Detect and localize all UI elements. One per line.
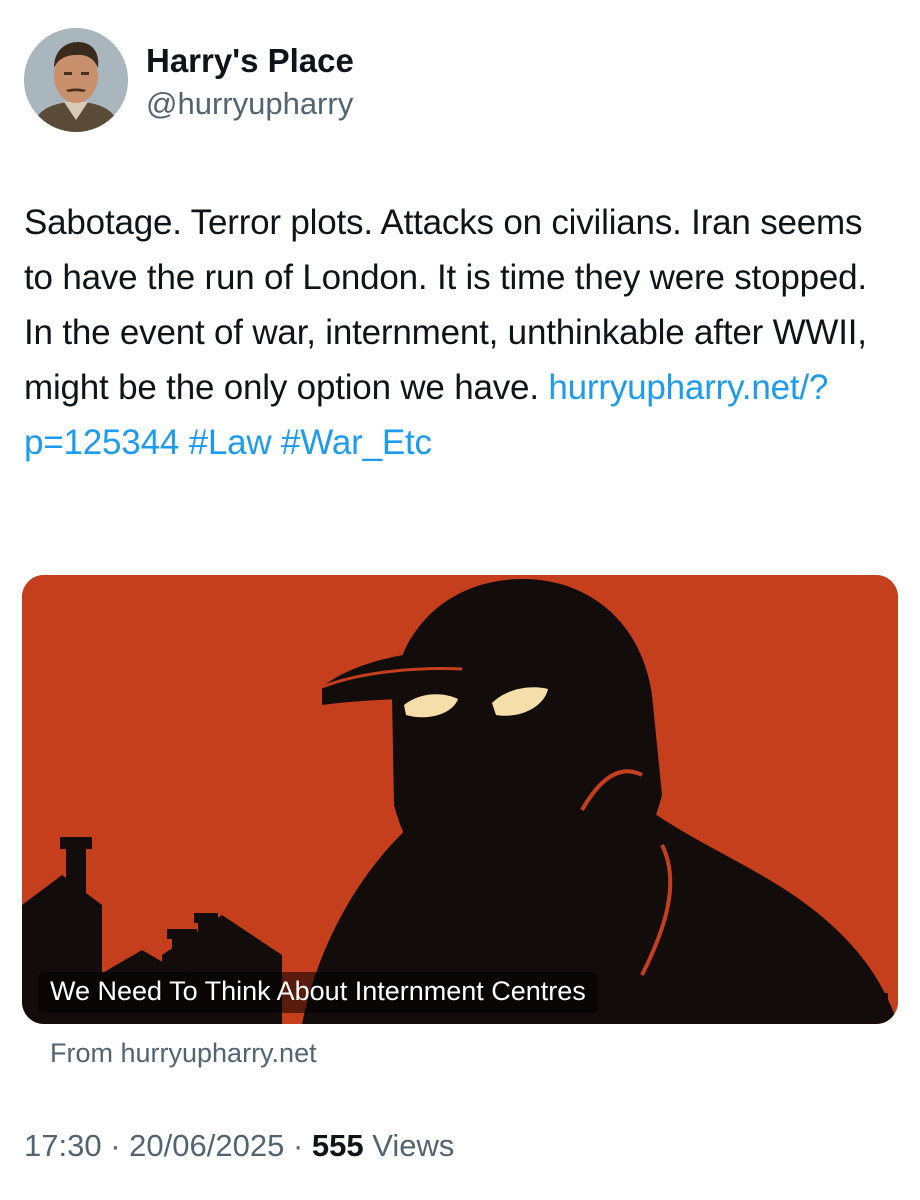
tweet-date[interactable]: 20/06/2025 — [129, 1128, 284, 1163]
meta-separator: · — [292, 1128, 304, 1163]
hashtag-war-etc[interactable]: #War_Etc — [281, 423, 432, 462]
tweet-time[interactable]: 17:30 — [24, 1128, 102, 1163]
views-label: Views — [372, 1128, 455, 1163]
author-display-name[interactable]: Harry's Place — [146, 42, 354, 80]
views-count[interactable]: 555 — [312, 1128, 364, 1163]
profile-photo-icon — [24, 28, 128, 132]
tweet-text: Sabotage. Terror plots. Attacks on civil… — [24, 195, 900, 470]
link-card[interactable] — [22, 575, 898, 1024]
hashtag-law[interactable]: #Law — [189, 423, 272, 462]
card-source: From hurryupharry.net — [50, 1038, 317, 1068]
meta-separator: · — [110, 1128, 121, 1163]
hooded-figure-illustration-icon — [22, 575, 898, 1024]
avatar[interactable] — [24, 28, 128, 132]
author-handle[interactable]: @hurryupharry — [146, 86, 353, 122]
tweet-meta: 17:30 · 20/06/2025 · 555 Views — [24, 1128, 454, 1164]
card-title[interactable]: We Need To Think About Internment Centre… — [38, 972, 598, 1013]
